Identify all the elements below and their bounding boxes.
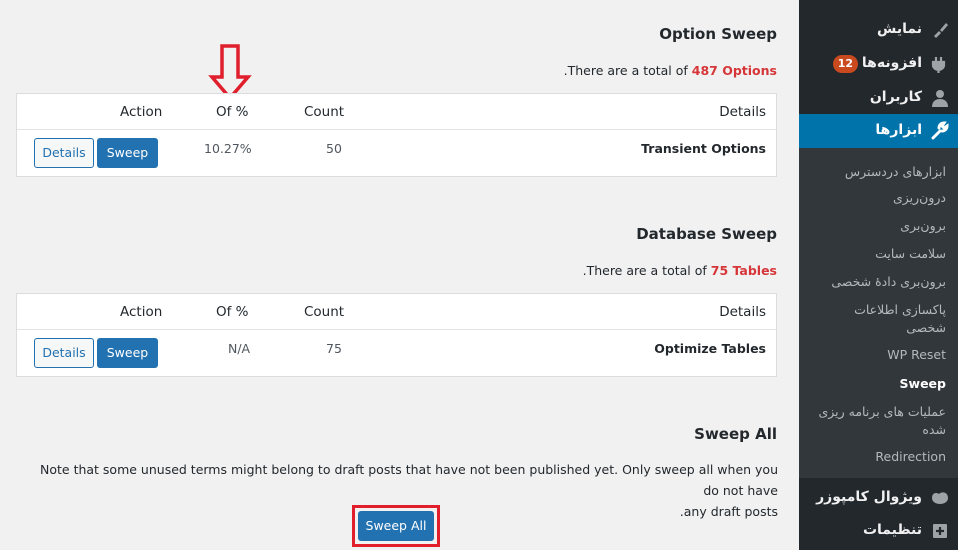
menu-item-appearance[interactable]: نمایش: [799, 13, 958, 47]
sweep-all-button[interactable]: Sweep All: [358, 511, 434, 541]
details-label: Optimize Tables: [654, 341, 766, 356]
option-sweep-total: .There are a total of 487 Options: [563, 63, 777, 78]
table-row: Details Sweep 10.27% 50 Transient Option…: [17, 130, 776, 176]
plugin-updates-badge: 12: [832, 55, 858, 73]
admin-sidebar: نمایش افزونه‌ها 12 کاربران ابزارها ابزار…: [791, 0, 958, 550]
details-label: Transient Options: [641, 141, 766, 156]
composer-icon: [932, 492, 948, 504]
count-value: 75: [326, 341, 342, 356]
sweep-all-title: Sweep All: [694, 425, 777, 443]
menu-item-plugins[interactable]: افزونه‌ها 12: [799, 47, 958, 81]
users-icon: [932, 90, 948, 107]
column-action: Action: [120, 304, 163, 320]
percent-value: 10.27%: [204, 141, 252, 156]
option-sweep-title: Option Sweep: [659, 25, 777, 43]
details-button[interactable]: Details: [34, 338, 94, 368]
menu-item-users[interactable]: کاربران: [799, 81, 958, 115]
submenu-item[interactable]: برون‌بری: [900, 217, 946, 235]
column-count: Count: [304, 104, 345, 120]
paintbrush-icon: [934, 23, 948, 38]
menu-item-settings[interactable]: تنظیمات: [799, 514, 958, 548]
option-sweep-table: Action Of % Count Details Details Sweep …: [16, 93, 777, 177]
plugin-icon: [931, 57, 946, 73]
database-sweep-table: Action Of % Count Details Details Sweep …: [16, 293, 777, 377]
submenu-item[interactable]: WP Reset: [887, 346, 946, 364]
main-content: Option Sweep .There are a total of 487 O…: [0, 0, 799, 550]
column-details: Details: [719, 104, 766, 120]
database-sweep-total-value: 75 Tables: [710, 263, 777, 278]
wrench-icon: [931, 121, 949, 140]
option-sweep-total-value: 487 Options: [691, 63, 777, 78]
table-row: Details Sweep N/A 75 Optimize Tables: [17, 330, 776, 376]
menu-item-tools[interactable]: ابزارها: [791, 114, 958, 148]
details-button[interactable]: Details: [34, 138, 94, 168]
submenu-item[interactable]: ابزارهای دردسترس: [845, 163, 946, 181]
submenu-item[interactable]: سلامت سایت: [875, 245, 946, 263]
sweep-button[interactable]: Sweep: [97, 338, 158, 368]
column-action: Action: [120, 104, 163, 120]
database-sweep-title: Database Sweep: [636, 225, 777, 243]
submenu-item[interactable]: عملیات های برنامه ریزی شده: [811, 403, 946, 439]
column-count: Count: [304, 304, 345, 320]
column-percent: Of %: [216, 104, 249, 120]
settings-icon: [933, 524, 947, 538]
sweep-all-highlight: Sweep All: [352, 505, 440, 547]
submenu-item[interactable]: درون‌ریزی: [893, 189, 946, 207]
submenu-item[interactable]: Redirection: [875, 448, 946, 466]
menu-item-visual-composer[interactable]: ویژوال کامپوزر: [799, 481, 958, 515]
database-sweep-total: .There are a total of 75 Tables: [582, 263, 777, 278]
sweep-button[interactable]: Sweep: [97, 138, 158, 168]
submenu-item-current[interactable]: Sweep: [900, 375, 946, 393]
table-header: Action Of % Count Details: [17, 294, 776, 330]
column-percent: Of %: [216, 304, 249, 320]
count-value: 50: [326, 141, 342, 156]
table-header: Action Of % Count Details: [17, 94, 776, 130]
submenu-item[interactable]: پاکسازی اطلاعات شخصی: [811, 301, 946, 337]
percent-value: N/A: [228, 341, 251, 356]
column-details: Details: [719, 304, 766, 320]
submenu-item[interactable]: برون‌بری دادهٔ شخصی: [831, 273, 946, 291]
